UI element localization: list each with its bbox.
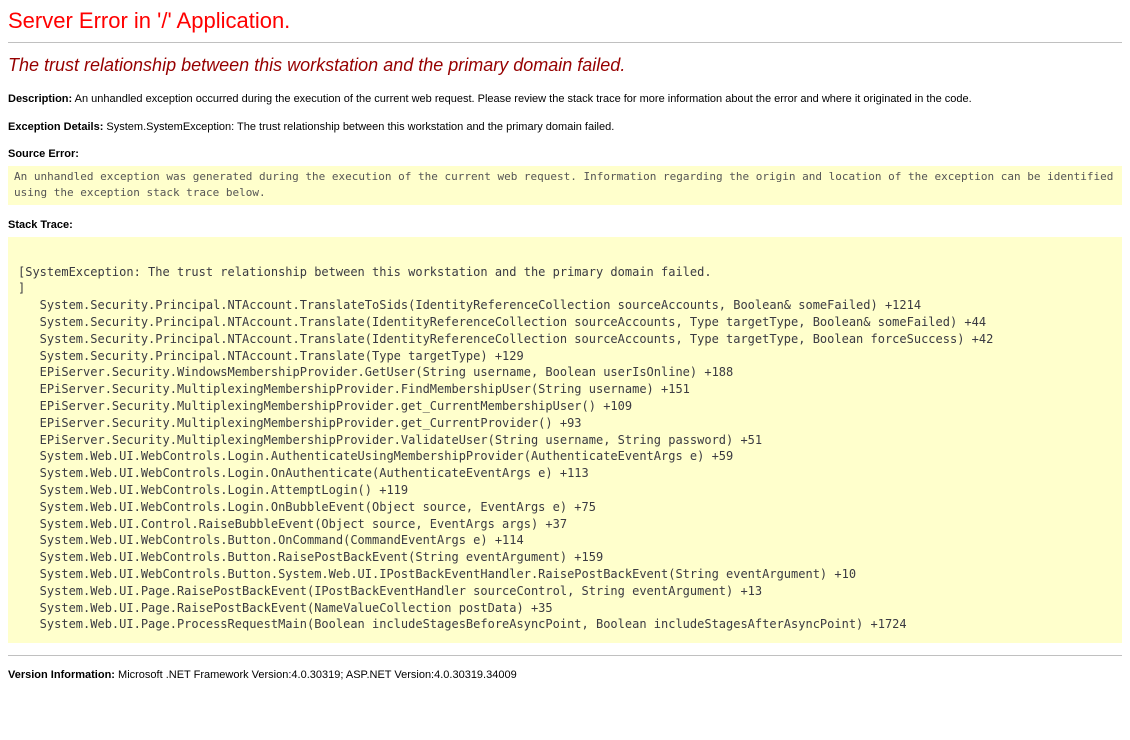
description-line: Description: An unhandled exception occu… (8, 92, 1122, 108)
error-subtitle: The trust relationship between this work… (8, 55, 1122, 76)
divider (8, 42, 1122, 43)
exception-details-text: System.SystemException: The trust relati… (103, 121, 614, 133)
stack-trace-label: Stack Trace: (8, 219, 1122, 231)
version-info-label: Version Information: (8, 669, 115, 681)
exception-details-line: Exception Details: System.SystemExceptio… (8, 120, 1122, 136)
divider-bottom (8, 655, 1122, 656)
description-text: An unhandled exception occurred during t… (72, 93, 971, 105)
source-error-label: Source Error: (8, 148, 1122, 160)
description-label: Description: (8, 93, 72, 105)
page-title: Server Error in '/' Application. (8, 8, 1122, 34)
source-error-box: An unhandled exception was generated dur… (8, 166, 1122, 205)
stack-trace-box: [SystemException: The trust relationship… (8, 237, 1122, 643)
version-info-line: Version Information: Microsoft .NET Fram… (8, 668, 1122, 684)
exception-details-label: Exception Details: (8, 121, 103, 133)
version-info-text: Microsoft .NET Framework Version:4.0.303… (115, 669, 517, 681)
